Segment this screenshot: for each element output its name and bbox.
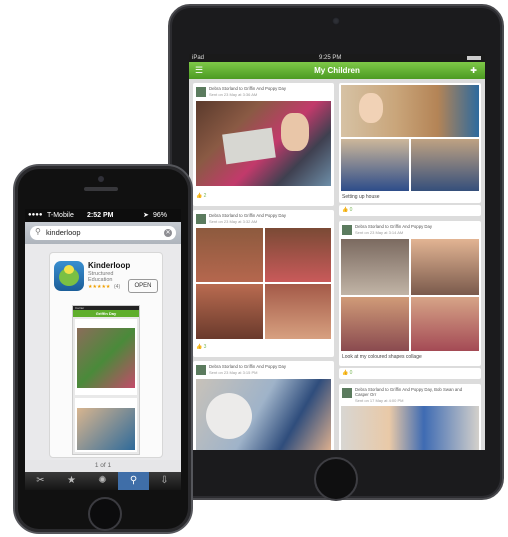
clear-icon[interactable]: ✕ (164, 229, 172, 237)
avatar (196, 87, 206, 97)
battery-level: 96% (153, 212, 168, 219)
iphone-status-bar: ●●●● T-Mobile 2:52 PM ➤ 96% (25, 209, 181, 222)
ipad-camera (332, 17, 340, 25)
card-author: Debra Storland to Griffin And Poppy Day,… (355, 387, 463, 397)
ipad-battery-icon (467, 56, 481, 60)
search-icon[interactable]: ⚲ (118, 472, 149, 490)
search-input[interactable]: ⚲ kinderloop ✕ (30, 226, 176, 240)
card-photo[interactable] (341, 297, 409, 351)
card-photo[interactable] (341, 239, 409, 295)
card-timestamp: Sent on 23 May at 3:36 AM (209, 92, 258, 97)
avatar (196, 214, 206, 224)
card-photo[interactable] (341, 139, 409, 191)
card-photo[interactable] (196, 101, 331, 186)
like-icon[interactable]: 👍 0 (342, 370, 352, 376)
card-photo[interactable] (265, 284, 331, 339)
download-icon[interactable]: ⇩ (149, 472, 180, 490)
iphone-carrier: T-Mobile (47, 212, 74, 219)
card-photo[interactable] (196, 228, 263, 282)
card-photo[interactable] (341, 85, 479, 137)
app-card[interactable]: Kinderloop Structured Education ★★★★★ (4… (49, 252, 163, 458)
like-icon[interactable]: 👍 0 (342, 207, 352, 213)
card-photo[interactable] (196, 379, 331, 450)
card-photo[interactable] (411, 239, 479, 295)
like-count: 0 (349, 370, 353, 376)
app-icon[interactable] (54, 261, 84, 291)
app-screenshot[interactable]: Carrier Griffin Day (72, 305, 140, 455)
iphone-camera (98, 176, 104, 182)
location-icon: ➤ (143, 212, 149, 219)
like-icon[interactable]: 👍 2 (196, 193, 206, 199)
search-query: kinderloop (46, 228, 81, 237)
like-icon[interactable]: 👍 3 (196, 344, 206, 350)
feed-card[interactable]: Debra Storland to Griffin And Poppy Day,… (339, 384, 481, 450)
app-name: Kinderloop (88, 261, 131, 270)
app-developer: Structured Education (88, 271, 114, 283)
featured-icon[interactable]: ✂ (25, 472, 56, 490)
ipad-carrier: iPad (192, 55, 205, 61)
ipad-home-button[interactable] (314, 457, 358, 501)
search-icon: ⚲ (35, 227, 41, 236)
like-bar: 👍 0 (339, 205, 481, 216)
page-title: My Children (314, 66, 360, 75)
avatar (342, 388, 352, 398)
card-photo[interactable] (196, 284, 263, 339)
rating-stars: ★★★★★ (88, 284, 111, 290)
card-caption: Look at my coloured shapes collage (342, 354, 422, 360)
like-count: 0 (349, 207, 353, 213)
ipad-time: 9:25 PM (319, 55, 342, 61)
pin-icon[interactable]: ✚ (470, 66, 477, 75)
card-author: Debra Storland to Griffin And Poppy Day (209, 86, 287, 91)
like-count: 2 (203, 193, 207, 199)
signal-icon: ●●●● (28, 212, 43, 218)
tab-bar: ✂ ★ ✺ ⚲ ⇩ (25, 472, 181, 490)
star-icon[interactable]: ★ (56, 472, 87, 490)
card-photo[interactable] (411, 139, 479, 191)
iphone-screen: ●●●● T-Mobile 2:52 PM ➤ 96% ⚲ kinderloop… (25, 209, 181, 490)
card-photo[interactable] (411, 297, 479, 351)
feed-card[interactable]: Setting up house (339, 83, 481, 203)
app-result-panel: Kinderloop Structured Education ★★★★★ (4… (25, 244, 181, 460)
feed-card[interactable]: Debra Storland to Griffin And Poppy Day … (339, 221, 481, 366)
like-count: 3 (203, 344, 207, 350)
iphone-speaker (84, 187, 118, 191)
rating-count: (4) (114, 284, 121, 290)
card-author: Debra Storland to Griffin And Poppy Day (355, 224, 433, 229)
card-timestamp: Sent on 23 May at 3:15 PM (209, 370, 258, 375)
iphone-time: 2:52 PM (87, 212, 114, 219)
ipad-status-bar: iPad 9:25 PM (189, 54, 485, 62)
card-caption: Setting up house (342, 194, 380, 200)
avatar (342, 225, 352, 235)
card-timestamp: Sent on 17 May at 4:00 PM (355, 398, 404, 403)
card-timestamp: Sent on 23 May at 3:14 AM (355, 230, 404, 235)
card-author: Debra Storland to Griffin And Poppy Day (209, 213, 287, 218)
card-author: Debra Storland to Griffin And Poppy Day (209, 364, 287, 369)
search-bar: ⚲ kinderloop ✕ (25, 222, 181, 244)
ipad-screen: iPad 9:25 PM ☰ My Children ✚ Debra Storl… (189, 54, 485, 450)
card-photo[interactable] (265, 228, 331, 282)
open-button[interactable]: OPEN (128, 279, 158, 293)
card-photo[interactable] (341, 406, 479, 450)
like-bar: 👍 0 (339, 368, 481, 379)
ipad-nav-bar: ☰ My Children ✚ (189, 62, 485, 79)
atom-icon[interactable]: ✺ (87, 472, 118, 490)
feed-card[interactable]: Debra Storland to Griffin And Poppy Day … (193, 83, 334, 206)
iphone-home-button[interactable] (88, 497, 122, 531)
card-timestamp: Sent on 23 May at 3:32 AM (209, 219, 258, 224)
feed-card[interactable]: Debra Storland to Griffin And Poppy Day … (193, 210, 334, 357)
page-indicator: 1 of 1 (94, 462, 112, 469)
avatar (196, 365, 206, 375)
feed-card[interactable]: Debra Storland to Griffin And Poppy Day … (193, 361, 334, 450)
preview-title: Griffin Day (73, 310, 139, 317)
